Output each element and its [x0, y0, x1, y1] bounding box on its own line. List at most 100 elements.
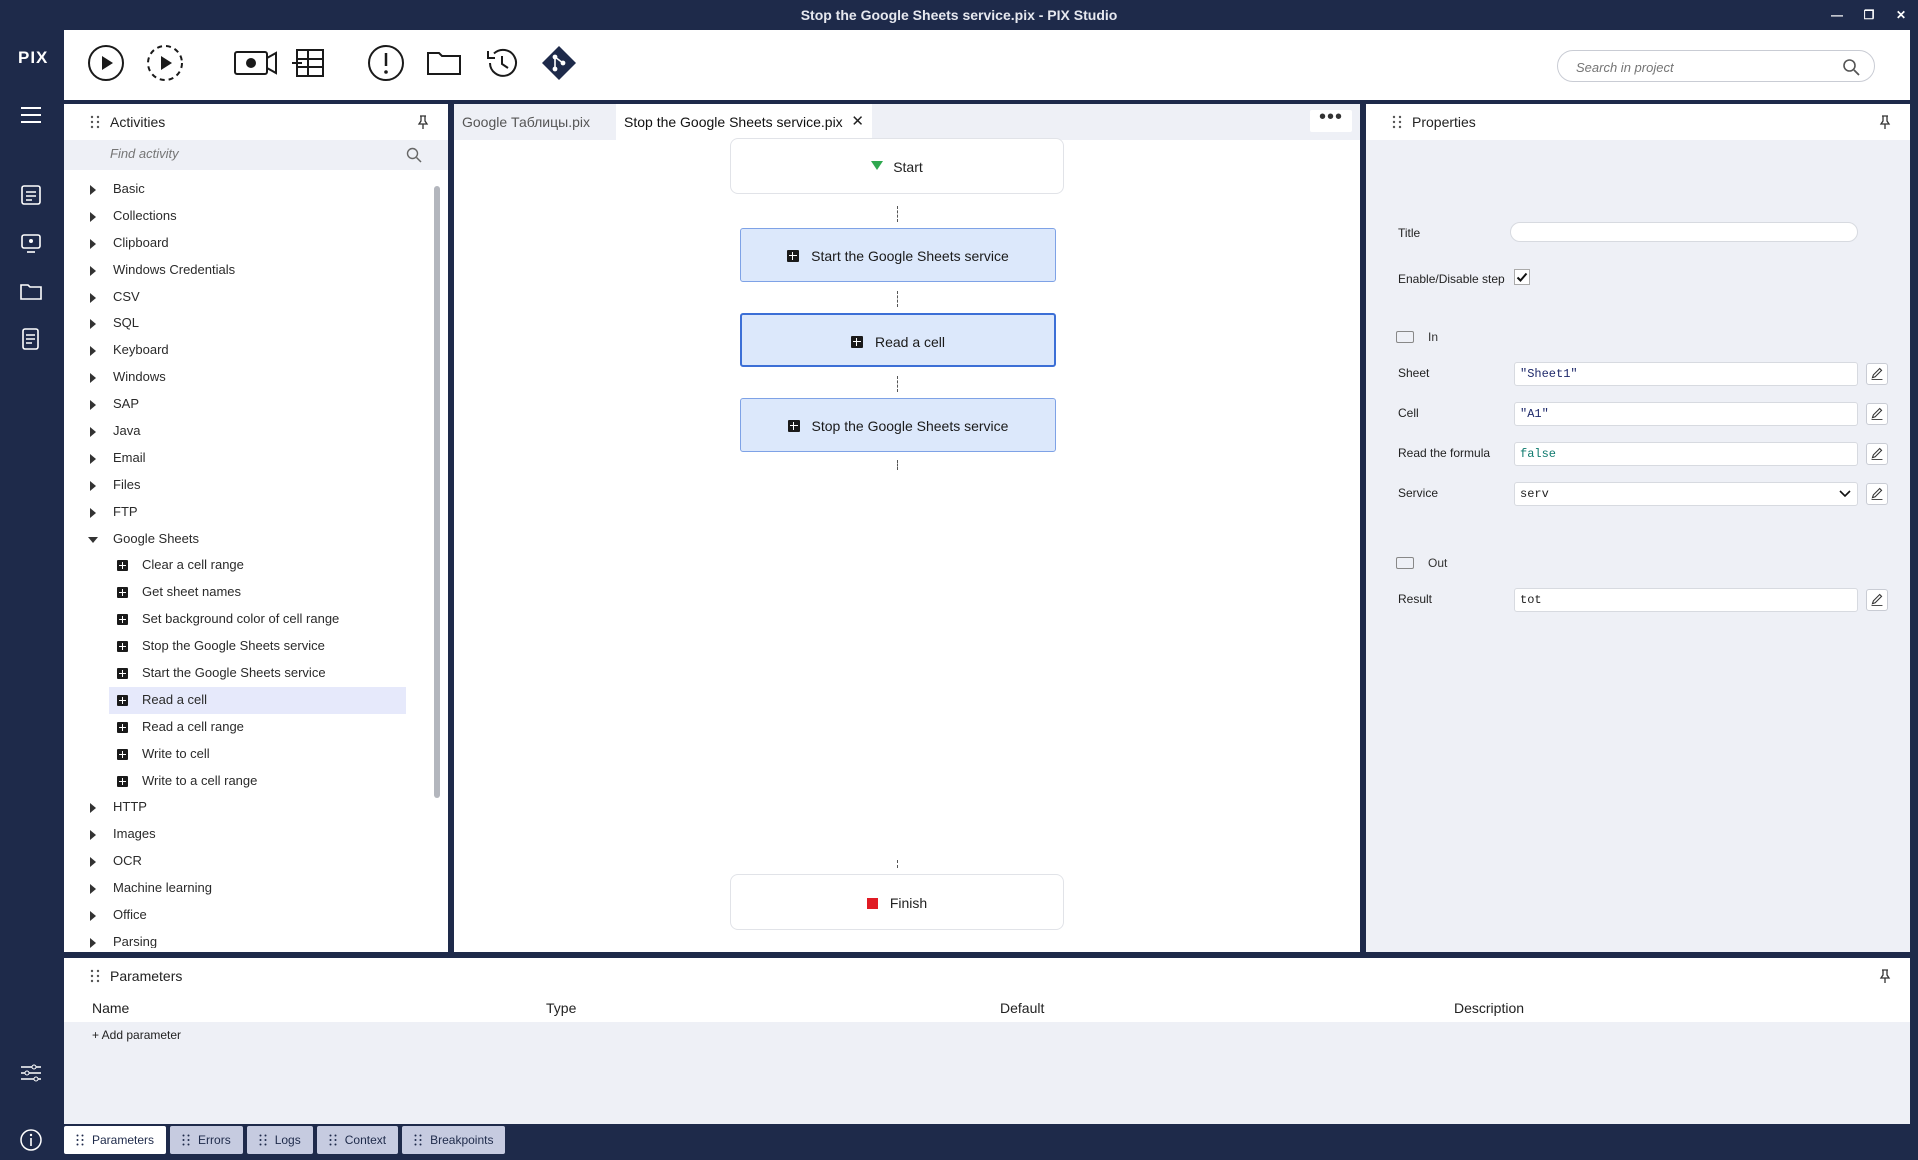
warning-icon[interactable] [366, 43, 406, 83]
expand-arrow-icon[interactable] [90, 292, 96, 303]
sheet-field[interactable]: "Sheet1" [1514, 362, 1858, 386]
expand-arrow-icon[interactable] [90, 373, 96, 384]
tree-activity-item[interactable]: Set background color of cell range [64, 606, 434, 633]
drag-handle-icon[interactable] [90, 115, 100, 129]
tab-google-tablicy[interactable]: Google Таблицы.pix [454, 104, 614, 140]
expand-arrow-icon[interactable] [90, 319, 96, 330]
result-field[interactable]: tot [1514, 588, 1858, 612]
tree-activity-item-selected[interactable]: Read a cell [109, 686, 406, 714]
open-folder-icon[interactable] [424, 43, 464, 83]
tree-category[interactable]: Windows Credentials [64, 257, 434, 284]
tree-category[interactable]: Machine learning [64, 875, 434, 902]
activity-read-cell[interactable]: Read a cell [740, 313, 1056, 367]
tree-activity-item[interactable]: Clear a cell range [64, 552, 434, 579]
document-nav-icon[interactable] [18, 326, 44, 352]
service-select[interactable]: serv [1514, 482, 1858, 506]
pin-icon[interactable] [1878, 115, 1892, 129]
cell-field[interactable]: "A1" [1514, 402, 1858, 426]
tree-category[interactable]: SAP [64, 391, 434, 418]
finish-node[interactable]: Finish [730, 874, 1064, 930]
minimize-icon[interactable]: — [1830, 0, 1844, 30]
activity-stop-service[interactable]: Stop the Google Sheets service [740, 398, 1056, 452]
tree-category[interactable]: Windows [64, 364, 434, 391]
expand-arrow-icon[interactable] [90, 265, 96, 276]
search-icon[interactable] [1842, 58, 1860, 76]
tree-activity-item[interactable]: Stop the Google Sheets service [64, 633, 434, 660]
activity-start-service[interactable]: Start the Google Sheets service [740, 228, 1056, 282]
robot-icon[interactable] [18, 230, 44, 256]
tree-activity-item[interactable]: Start the Google Sheets service [64, 660, 434, 687]
tree-activity-item[interactable]: Write to a cell range [64, 768, 434, 795]
expand-arrow-icon[interactable] [90, 211, 96, 222]
find-activity[interactable] [64, 140, 448, 170]
column-type[interactable]: Type [546, 1000, 576, 1016]
expand-arrow-icon[interactable] [90, 427, 96, 438]
expand-arrow-icon[interactable] [90, 803, 96, 814]
column-default[interactable]: Default [1000, 1000, 1044, 1016]
tree-category[interactable]: Collections [64, 203, 434, 230]
expand-arrow-icon[interactable] [90, 857, 96, 868]
collapse-arrow-icon[interactable] [88, 536, 98, 543]
tree-category[interactable]: Office [64, 902, 434, 929]
expand-arrow-icon[interactable] [90, 830, 96, 841]
search-icon[interactable] [406, 147, 422, 163]
tree-category[interactable]: FTP [64, 499, 434, 526]
edit-expression-icon[interactable] [1866, 443, 1888, 465]
settings-sliders-icon[interactable] [18, 1060, 44, 1086]
column-description[interactable]: Description [1454, 1000, 1524, 1016]
tab-parameters[interactable]: Parameters [64, 1126, 167, 1154]
expand-arrow-icon[interactable] [90, 480, 96, 491]
tree-activity-item[interactable]: Write to cell [64, 741, 434, 768]
expand-arrow-icon[interactable] [90, 507, 96, 518]
expand-arrow-icon[interactable] [90, 346, 96, 357]
read-formula-field[interactable]: false [1514, 442, 1858, 466]
edit-expression-icon[interactable] [1866, 363, 1888, 385]
tree-category[interactable]: OCR [64, 848, 434, 875]
start-node[interactable]: Start [730, 138, 1064, 194]
folder-nav-icon[interactable] [18, 278, 44, 304]
tree-category[interactable]: HTTP [64, 794, 434, 821]
tree-activity-item[interactable]: Get sheet names [64, 579, 434, 606]
project-search-input[interactable] [1576, 57, 1826, 77]
add-parameter-button[interactable]: + Add parameter [92, 1028, 181, 1042]
tree-category-google-sheets[interactable]: Google Sheets [64, 526, 434, 553]
expand-arrow-icon[interactable] [90, 453, 96, 464]
edit-expression-icon[interactable] [1866, 483, 1888, 505]
tree-category[interactable]: SQL [64, 310, 434, 337]
tab-context[interactable]: Context [316, 1126, 399, 1154]
more-options-icon[interactable]: ••• [1310, 107, 1352, 132]
tab-stop-service[interactable]: Stop the Google Sheets service.pix ✕ [616, 104, 872, 140]
maximize-icon[interactable]: ❐ [1862, 0, 1876, 30]
workflow-canvas[interactable]: Start Start the Google Sheets service Re… [454, 138, 1360, 952]
project-icon[interactable] [18, 182, 44, 208]
menu-icon[interactable] [18, 102, 44, 128]
pin-icon[interactable] [416, 115, 430, 129]
activities-scrollbar[interactable] [434, 186, 440, 798]
edit-expression-icon[interactable] [1866, 589, 1888, 611]
expand-arrow-icon[interactable] [90, 937, 96, 948]
table-import-icon[interactable] [288, 43, 328, 83]
debug-run-icon[interactable] [145, 43, 185, 83]
run-icon[interactable] [86, 43, 126, 83]
find-activity-input[interactable] [110, 146, 410, 161]
edit-expression-icon[interactable] [1866, 403, 1888, 425]
title-field[interactable] [1510, 222, 1858, 242]
expand-arrow-icon[interactable] [90, 238, 96, 249]
tree-category[interactable]: Parsing [64, 929, 434, 948]
chevron-down-icon[interactable] [1839, 489, 1851, 499]
record-icon[interactable] [232, 43, 280, 83]
tree-category[interactable]: Images [64, 821, 434, 848]
tree-category[interactable]: Email [64, 445, 434, 472]
tab-errors[interactable]: Errors [170, 1126, 243, 1154]
enable-step-checkbox[interactable] [1514, 269, 1530, 285]
column-name[interactable]: Name [92, 1000, 129, 1016]
tab-logs[interactable]: Logs [246, 1126, 313, 1154]
drag-handle-icon[interactable] [1392, 115, 1402, 129]
tree-category[interactable]: CSV [64, 284, 434, 311]
tree-category[interactable]: Basic [64, 176, 434, 203]
git-icon[interactable] [539, 43, 579, 83]
close-tab-icon[interactable]: ✕ [851, 104, 864, 140]
expand-arrow-icon[interactable] [90, 400, 96, 411]
expand-arrow-icon[interactable] [90, 185, 96, 195]
expand-arrow-icon[interactable] [90, 884, 96, 895]
